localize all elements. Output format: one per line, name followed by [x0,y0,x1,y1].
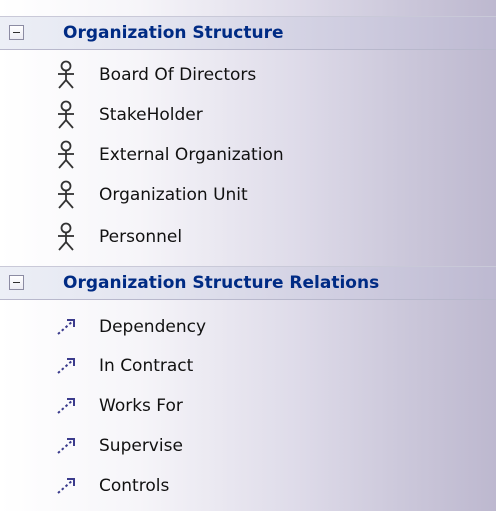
toolbox-item-stakeholder[interactable]: StakeHolder [0,95,496,135]
dashed-arrow-icon [57,319,75,335]
toolbox-panel: Organization Structure Board Of Director… [0,0,496,511]
dashed-arrow-icon [57,438,75,454]
toolbox-item-label: Works For [99,396,183,416]
dashed-arrow-icon [57,398,75,414]
toolbox-item-label: In Contract [99,356,194,376]
toolbox-item-label: Board Of Directors [99,65,257,85]
toolbox-item-dependency[interactable]: Dependency [0,307,496,347]
toolbox-item-label: Dependency [99,317,207,337]
toolbox-item-supervise[interactable]: Supervise [0,426,496,466]
actor-icon [58,140,74,169]
toolbox-item-controls[interactable]: Controls [0,466,496,506]
toolbox-item-label: StakeHolder [99,105,203,125]
dashed-arrow-icon [57,358,75,374]
toolbox-item-label: External Organization [99,145,284,165]
toolbox-item-board-of-directors[interactable]: Board Of Directors [0,55,496,95]
toolbox-item-works-for[interactable]: Works For [0,386,496,426]
toolbox-item-external-organization[interactable]: External Organization [0,135,496,175]
actor-icon [58,60,74,89]
group-title: Organization Structure [63,23,284,43]
toolbox-item-in-contract[interactable]: In Contract [0,346,496,386]
toolbox-item-organization-unit[interactable]: Organization Unit [0,175,496,215]
toolbox-item-label: Personnel [99,227,183,247]
group-title: Organization Structure Relations [63,273,380,293]
actor-icon [58,180,74,209]
actor-icon [58,222,74,251]
group-header-organization-structure[interactable]: Organization Structure [0,16,496,50]
toolbox-item-personnel[interactable]: Personnel [0,217,496,257]
actor-icon [58,100,74,129]
toolbox-item-label: Supervise [99,436,183,456]
dashed-arrow-icon [57,478,75,494]
group-header-organization-structure-relations[interactable]: Organization Structure Relations [0,266,496,300]
toolbox-item-label: Controls [99,476,170,496]
collapse-toggle[interactable] [9,275,24,290]
collapse-toggle[interactable] [9,25,24,40]
toolbox-item-label: Organization Unit [99,185,248,205]
